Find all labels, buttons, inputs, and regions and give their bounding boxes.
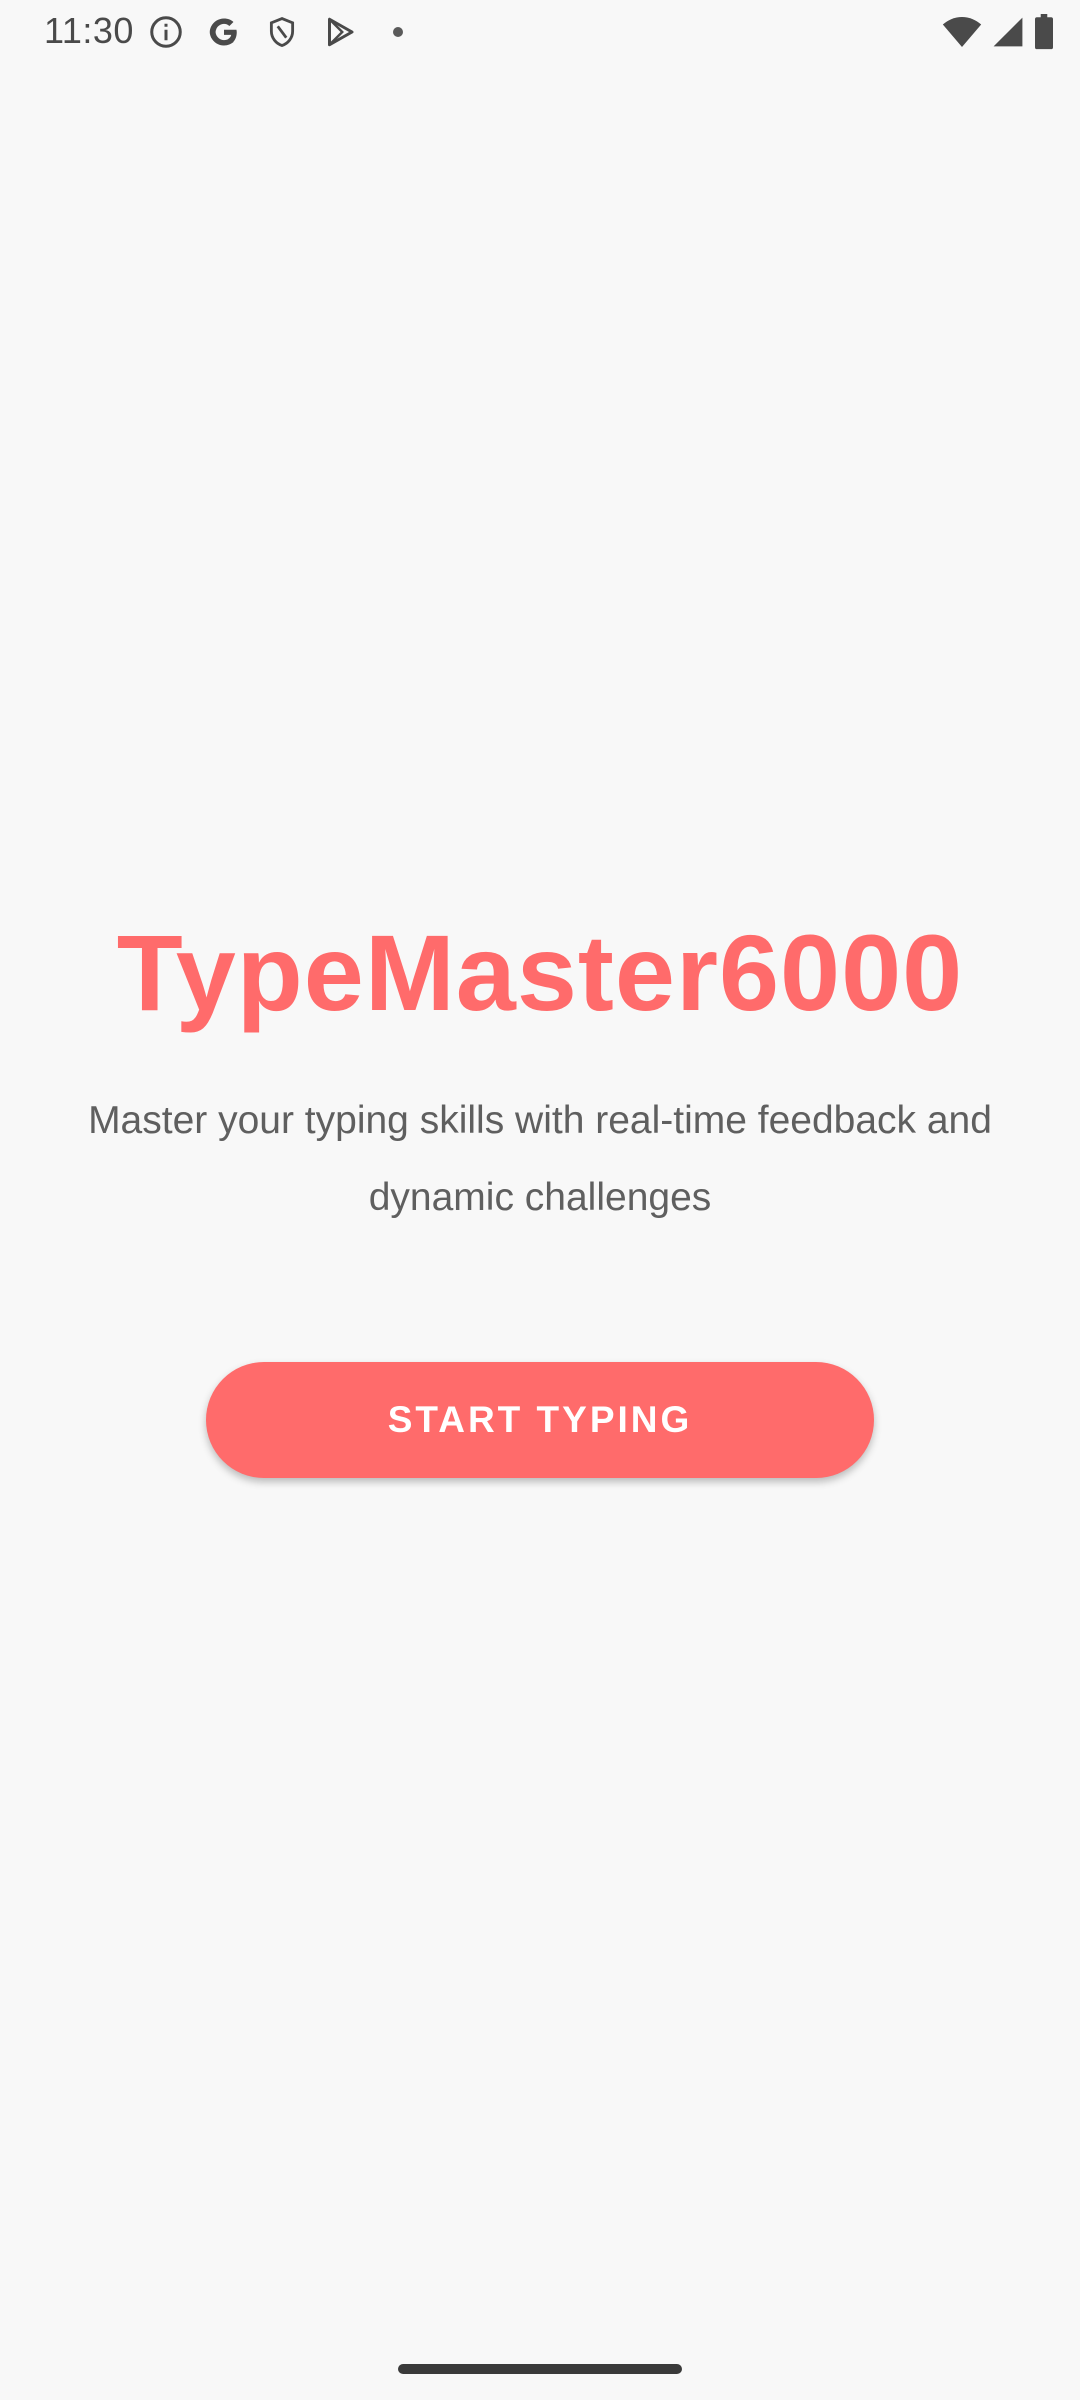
shield-icon <box>262 12 302 52</box>
battery-icon <box>1034 14 1054 50</box>
signal-icon <box>992 15 1024 49</box>
play-store-icon <box>320 12 360 52</box>
google-icon <box>204 12 244 52</box>
home-indicator[interactable] <box>398 2364 682 2374</box>
home-screen: 11:30 TypeMaster6000 Master your typing … <box>0 0 1080 2400</box>
status-bar: 11:30 <box>0 0 1080 62</box>
notification-icons <box>146 12 436 52</box>
system-icons <box>932 12 1054 52</box>
start-typing-button[interactable]: START TYPING <box>206 1362 874 1478</box>
status-time: 11:30 <box>44 10 134 51</box>
app-subtitle: Master your typing skills with real-time… <box>88 1099 992 1219</box>
info-icon <box>146 12 186 52</box>
wifi-icon <box>942 15 982 49</box>
app-title: TypeMaster6000 <box>116 912 964 1033</box>
dot-icon <box>378 12 418 52</box>
